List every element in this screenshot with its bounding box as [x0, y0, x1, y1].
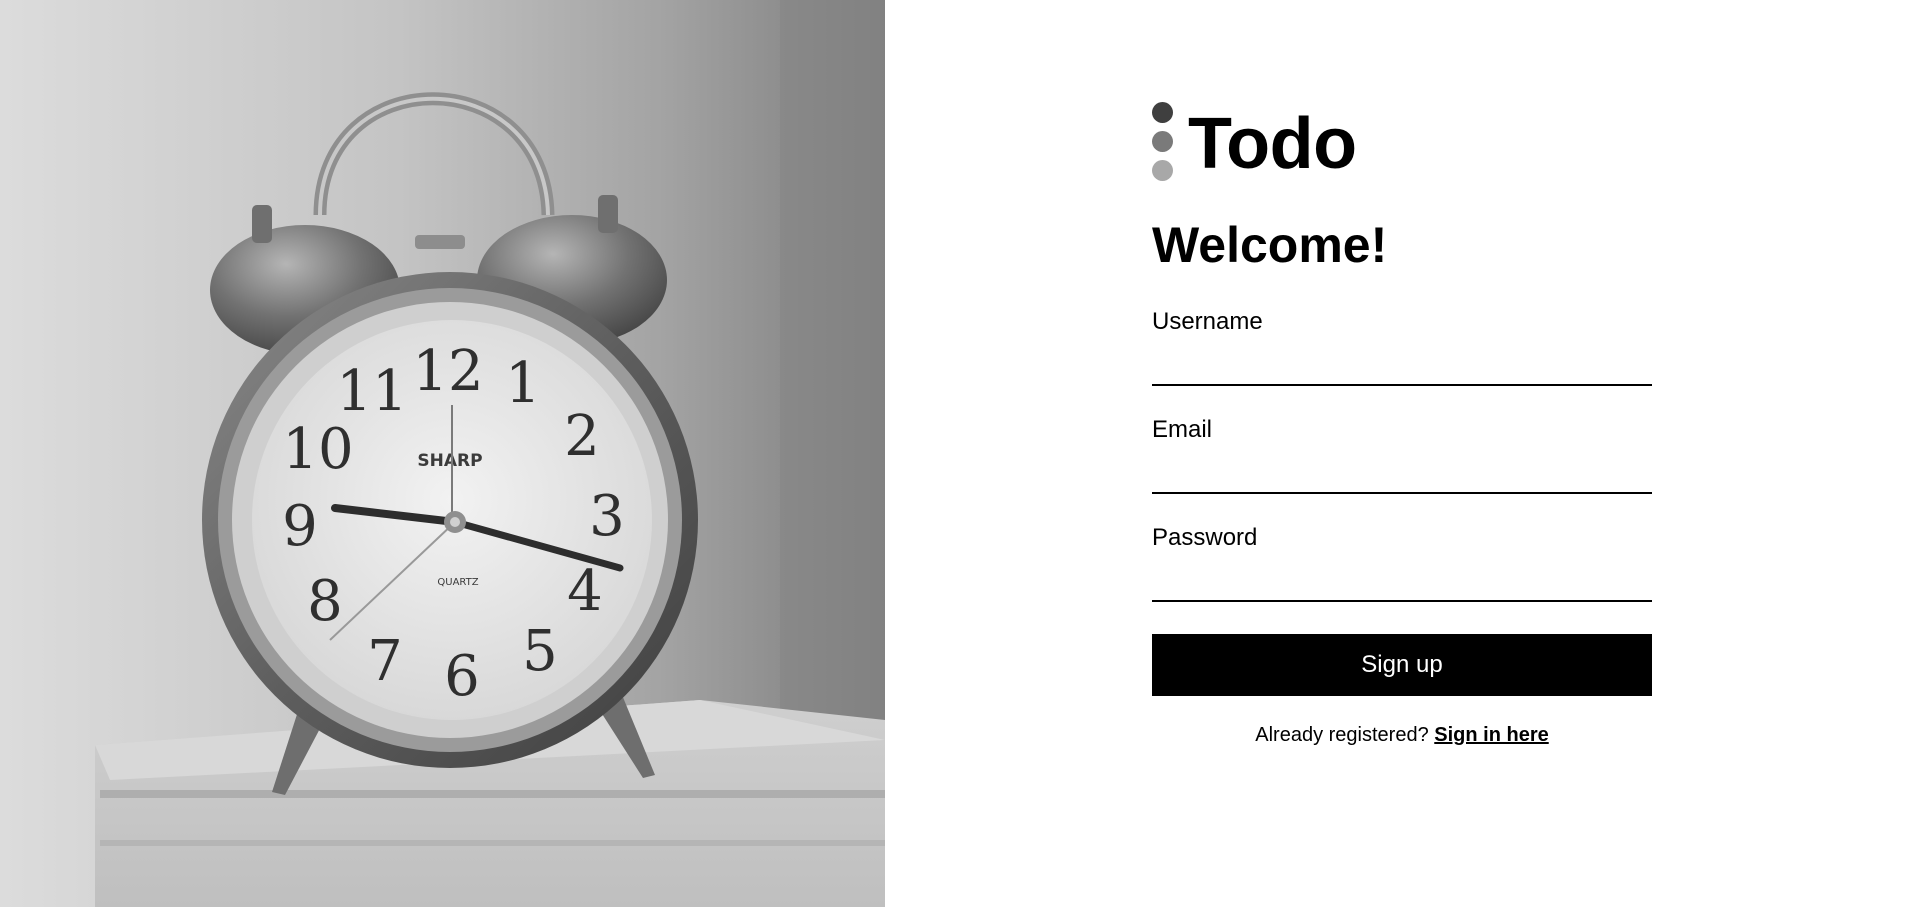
- sign-in-link[interactable]: Sign in here: [1434, 724, 1548, 746]
- numeral-6: 6: [444, 644, 480, 709]
- alarm-clock-photo-icon: 12 1 2 3 4 5 6 7 8 9 10 11 SHARP QUARTZ: [0, 0, 885, 907]
- numeral-8: 8: [307, 569, 343, 634]
- numeral-7: 7: [367, 629, 403, 694]
- email-label: Email: [1152, 416, 1213, 443]
- brand-name: Todo: [1188, 104, 1357, 184]
- numeral-9: 9: [282, 494, 318, 559]
- numeral-10: 10: [282, 417, 353, 482]
- clock-subtitle: QUARTZ: [437, 577, 478, 588]
- email-input[interactable]: [1152, 442, 1652, 494]
- username-input[interactable]: [1152, 334, 1652, 386]
- password-field-group: Password: [1152, 526, 1652, 602]
- numeral-4: 4: [567, 559, 603, 624]
- signup-form-panel: Todo Welcome! Username Email Password Si…: [885, 0, 1915, 907]
- password-label: Password: [1152, 524, 1258, 551]
- username-label: Username: [1152, 308, 1263, 335]
- logo-dot-1: [1152, 102, 1173, 123]
- username-field-group: Username: [1152, 310, 1652, 386]
- numeral-3: 3: [589, 484, 625, 549]
- email-field-group: Email: [1152, 418, 1652, 494]
- numeral-5: 5: [522, 619, 558, 684]
- numeral-1: 1: [505, 351, 541, 416]
- signin-prompt-row: Already registered? Sign in here: [1152, 724, 1652, 747]
- numeral-11: 11: [336, 359, 407, 424]
- signup-form: Todo Welcome! Username Email Password Si…: [1152, 100, 1652, 747]
- signup-page: 12 1 2 3 4 5 6 7 8 9 10 11 SHARP QUARTZ: [0, 0, 1915, 907]
- sign-up-button[interactable]: Sign up: [1152, 634, 1652, 696]
- hero-image: 12 1 2 3 4 5 6 7 8 9 10 11 SHARP QUARTZ: [0, 0, 885, 907]
- password-input[interactable]: [1152, 550, 1652, 602]
- brand-logo: Todo: [1152, 100, 1652, 184]
- clock-brand: SHARP: [417, 451, 482, 471]
- signin-prompt: Already registered?: [1255, 724, 1429, 746]
- logo-dot-3: [1152, 160, 1173, 181]
- page-title: Welcome!: [1152, 217, 1388, 273]
- numeral-12: 12: [412, 339, 483, 404]
- numeral-2: 2: [564, 404, 600, 469]
- logo-dots-icon: [1152, 100, 1174, 184]
- logo-dot-2: [1152, 131, 1173, 152]
